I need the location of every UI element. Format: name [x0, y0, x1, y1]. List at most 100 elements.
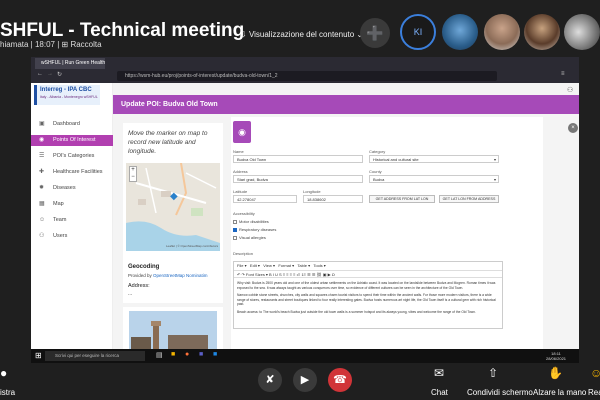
camera-icon[interactable]: ▶	[293, 368, 317, 392]
chat-icon[interactable]: ✉	[434, 366, 444, 380]
sidebar-item-poi-categories[interactable]: ☰ POI's Categories	[31, 151, 113, 162]
editor-menu-table[interactable]: Table	[297, 263, 307, 268]
get-address-button[interactable]: GET ADDRESS FROM LAT LON	[369, 195, 435, 203]
sidebar-item-healthcare-facilities[interactable]: ✚ Healthcare Facilities	[31, 167, 113, 178]
category-value: Historical and cultural site	[373, 157, 419, 162]
editor-menu-format[interactable]: Format	[278, 263, 291, 268]
description-editor[interactable]: File ▾ Edit ▾ View ▾ Format ▾ Table ▾ To…	[233, 261, 503, 329]
taskbar-search-input[interactable]: Scrivi qui per eseguire la ricerca	[45, 351, 145, 361]
checkbox-respiratory-diseases[interactable]: Respiratory diseases	[233, 227, 276, 232]
editor-menu-file[interactable]: File	[237, 263, 243, 268]
windows-start-icon[interactable]: ⊞	[35, 351, 42, 360]
checkbox-box	[233, 235, 237, 240]
firefox-icon[interactable]: ●	[185, 351, 189, 358]
checkbox-visual-allergies[interactable]: Visual allergies	[233, 235, 266, 240]
provider-link[interactable]: OpenStreetMap Nominatim	[153, 273, 208, 278]
forward-icon[interactable]: →	[47, 71, 53, 77]
name-label: Name	[233, 149, 244, 154]
editor-menu-view[interactable]: View	[263, 263, 272, 268]
add-participant-icon[interactable]: ➕	[360, 18, 390, 48]
sidebar-item-label: Points Of Interest	[53, 137, 96, 143]
windows-taskbar: ⊞ Scrivi qui per eseguire la ricerca ▤ ■…	[31, 349, 579, 363]
map-pin-icon: ◉	[233, 121, 251, 143]
browser-tab[interactable]: wSHFUL | Run Green Health...	[35, 58, 105, 69]
sidebar-item-team[interactable]: ☺ Team	[31, 215, 113, 226]
avatar[interactable]	[484, 14, 520, 50]
chevron-down-icon: ▾	[493, 157, 496, 162]
map-attribution: Leaflet | © OpenStreetMap contributors	[166, 244, 219, 248]
main-content: ⚇ Update POI: Budva Old Town Move the ma…	[113, 83, 579, 349]
poi-image-card	[123, 307, 223, 349]
county-label: County	[369, 169, 382, 174]
content-view-button[interactable]: ⇩ Visualizzazione del contenuto ⌄	[240, 30, 363, 39]
reload-icon[interactable]: ↻	[57, 71, 62, 78]
map-marker-icon[interactable]: ◆	[170, 191, 178, 202]
dashboard-icon: ▣	[39, 121, 45, 127]
sidebar-item-users[interactable]: ⚇ Users	[31, 231, 113, 242]
checkbox-label: Respiratory diseases	[239, 227, 277, 232]
sidebar-item-label: Team	[53, 217, 67, 223]
team-icon: ☺	[39, 217, 46, 223]
avatar[interactable]	[442, 14, 478, 50]
zoom-control[interactable]: + −	[129, 166, 137, 182]
hang-up-icon[interactable]: ☎	[328, 368, 352, 392]
taskbar-clock[interactable]: 18:11 28/06/2021	[546, 351, 566, 361]
editor-menu-tools[interactable]: Tools	[313, 263, 322, 268]
editor-menu-edit[interactable]: Edit	[250, 263, 257, 268]
teams-icon[interactable]: ■	[199, 351, 203, 358]
county-value: Budva	[373, 177, 385, 182]
address-field[interactable]: Stari grad, Budva	[233, 175, 363, 183]
content-view-icon: ⇩	[240, 30, 249, 39]
url-field[interactable]: https://wsm-hub.eu/proj/points-of-intere…	[117, 71, 497, 81]
avatar[interactable]	[564, 14, 600, 50]
longitude-field[interactable]: 18.838602	[303, 195, 363, 203]
raise-hand-label: Alzare la mano	[533, 388, 587, 397]
tags-icon: ☰	[39, 153, 45, 159]
editor-toolbar[interactable]: ↶ ↷ Font Sizes ▾ B I U S ≡ ≡ ≡ ≡ •≡ 1≡ ☰…	[234, 270, 502, 278]
editor-paragraph: Why visit: Budva is 2500 years old and o…	[237, 281, 496, 290]
sidebar-item-diseases[interactable]: ✹ Diseases	[31, 183, 113, 194]
name-field[interactable]: Budva Old Town	[233, 155, 363, 163]
category-select[interactable]: Historical and cultural site ▾	[369, 155, 499, 163]
editor-content[interactable]: Why visit: Budva is 2500 years old and o…	[237, 281, 499, 318]
menu-icon[interactable]: ≡	[561, 71, 565, 77]
word-icon[interactable]: ■	[213, 351, 217, 358]
avatar-initials: KI	[413, 27, 423, 37]
logo-subtitle: Italy - Albania - Montenegro wSHFUL	[40, 95, 98, 99]
hospital-icon: ✚	[39, 169, 45, 175]
file-explorer-icon[interactable]: ■	[171, 351, 175, 358]
tab-bar: wSHFUL | Run Green Health...	[31, 57, 579, 69]
latitude-field[interactable]: 42.278047	[233, 195, 297, 203]
sidebar-item-map[interactable]: ▦ Map	[31, 199, 113, 210]
location-map[interactable]: + − ◆ Leaflet | © OpenStreetMap contribut…	[126, 163, 220, 251]
provider-prefix: Provided by	[128, 273, 154, 278]
share-screen-icon[interactable]: ⇧	[488, 366, 498, 380]
sidebar-item-label: Healthcare Facilities	[53, 169, 103, 175]
sidebar-item-label: Map	[53, 201, 64, 207]
microphone-muted-icon[interactable]: ✘	[258, 368, 282, 392]
poi-photo	[129, 311, 217, 349]
county-select[interactable]: Budva ▾	[369, 175, 499, 183]
content-view-label: Visualizzazione del contenuto	[248, 30, 355, 39]
back-icon[interactable]: ←	[37, 71, 43, 77]
avatar[interactable]: KI	[400, 14, 436, 50]
meeting-status: hiamata | 18:07 | ⊞ Raccolta	[0, 40, 102, 49]
record-icon[interactable]: ●	[0, 366, 7, 380]
accessibility-label: Accessibility	[233, 211, 255, 216]
user-menu-icon[interactable]: ⚇	[567, 86, 573, 94]
close-icon[interactable]: ×	[568, 123, 578, 133]
avatar[interactable]	[524, 14, 560, 50]
chat-label: Chat	[431, 388, 448, 397]
virus-icon: ✹	[39, 185, 45, 191]
meeting-title: SHFUL - Technical meeting	[0, 20, 245, 41]
raise-hand-icon[interactable]: ✋	[548, 366, 563, 380]
sidebar-item-points-of-interest[interactable]: ◉ Points Of Interest	[31, 135, 113, 146]
get-latlon-button[interactable]: GET LAT LON FROM ADDRESS	[439, 195, 499, 203]
sidebar-item-dashboard[interactable]: ▣ Dashboard	[31, 119, 113, 130]
logo-title: Interreg - IPA CBC	[40, 87, 92, 93]
task-view-icon[interactable]: ▤	[156, 351, 163, 359]
map-instructions: Move the marker on map to record new lat…	[128, 130, 208, 155]
reactions-icon[interactable]: ☺	[590, 366, 600, 380]
checkbox-motor-disabilities[interactable]: Motor disabilities	[233, 219, 269, 224]
sidebar-item-label: Dashboard	[53, 121, 80, 127]
